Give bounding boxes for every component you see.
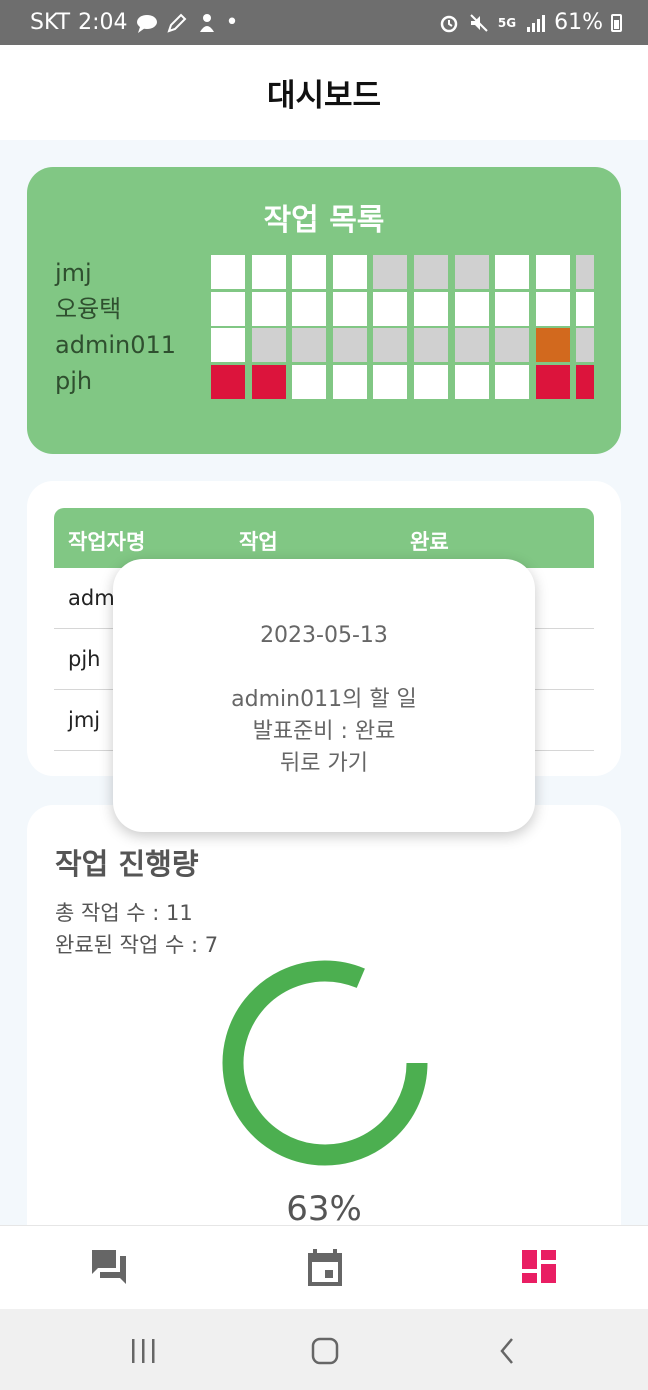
task-cell[interactable] <box>251 328 286 362</box>
task-cell[interactable] <box>211 255 245 289</box>
popup-owner: admin011의 할 일 <box>231 687 417 712</box>
row-worker-name: pjh <box>68 647 101 671</box>
task-cell[interactable] <box>495 255 530 289</box>
task-list-card: 작업 목록 jmj 오융택 admin011 pjh <box>27 167 621 454</box>
task-grid <box>211 255 594 399</box>
task-cell[interactable] <box>211 364 245 399</box>
task-cell[interactable] <box>576 328 594 362</box>
task-cell[interactable] <box>414 291 448 326</box>
calendar-icon <box>308 1249 342 1286</box>
system-navigation <box>0 1309 648 1390</box>
task-cell[interactable] <box>535 364 570 399</box>
popup-task-status: 발표준비 : 완료 <box>252 719 396 744</box>
task-detail-popup: 2023-05-13 admin011의 할 일 발표준비 : 완료 뒤로 가기 <box>113 559 535 832</box>
task-cell[interactable] <box>251 255 286 289</box>
chat-forum-icon <box>92 1250 126 1284</box>
task-cell[interactable] <box>373 364 408 399</box>
task-cell[interactable] <box>373 255 408 289</box>
task-cell[interactable] <box>576 364 594 399</box>
user-name: 오융택 <box>55 295 122 323</box>
recent-apps-button[interactable] <box>124 1333 164 1369</box>
back-button[interactable]: 뒤로 가기 <box>113 745 535 777</box>
home-icon <box>311 1337 339 1365</box>
back-nav-button[interactable] <box>488 1333 528 1369</box>
total-tasks-label: 총 작업 수 : 11 <box>55 901 193 925</box>
task-cell[interactable] <box>495 364 530 399</box>
task-cell[interactable] <box>454 364 489 399</box>
task-cell[interactable] <box>251 291 286 326</box>
home-button[interactable] <box>305 1333 345 1369</box>
nav-dashboard-button[interactable] <box>519 1246 563 1290</box>
task-cell[interactable] <box>211 291 245 326</box>
app-icon <box>196 12 218 34</box>
network-type: 5G <box>497 15 517 30</box>
user-name: admin011 <box>55 331 177 359</box>
status-bar: SKT 2:04 • 5G 61% <box>0 0 648 45</box>
progress-title: 작업 진행량 <box>55 847 199 881</box>
progress-card: 작업 진행량 총 작업 수 : 11 완료된 작업 수 : 7 63% <box>27 805 621 1275</box>
pencil-icon <box>166 12 188 34</box>
task-cell[interactable] <box>373 291 408 326</box>
task-cell[interactable] <box>454 328 489 362</box>
back-icon <box>500 1338 513 1364</box>
dashboard-icon <box>522 1250 556 1283</box>
task-cell[interactable] <box>332 255 367 289</box>
bottom-navigation <box>0 1225 648 1309</box>
task-cell[interactable] <box>292 291 327 326</box>
task-cell[interactable] <box>292 364 327 399</box>
task-cell[interactable] <box>414 255 448 289</box>
row-worker-name: adm <box>68 586 115 610</box>
battery-icon <box>611 13 622 32</box>
task-cell[interactable] <box>576 291 594 326</box>
nav-chat-button[interactable] <box>88 1246 132 1290</box>
battery-percent: 61% <box>554 10 603 35</box>
column-header-task: 작업 <box>239 530 278 554</box>
task-cell[interactable] <box>535 255 570 289</box>
app-header: 대시보드 <box>0 45 648 140</box>
task-cell[interactable] <box>251 364 286 399</box>
user-list: jmj 오융택 admin011 pjh <box>55 255 176 399</box>
task-cell[interactable] <box>535 328 570 362</box>
task-cell[interactable] <box>495 328 530 362</box>
progress-arc <box>222 960 428 1166</box>
clock: 2:04 <box>78 10 128 35</box>
column-header-worker: 작업자명 <box>68 530 146 554</box>
task-cell[interactable] <box>414 328 448 362</box>
task-cell[interactable] <box>495 291 530 326</box>
user-name: jmj <box>55 259 92 287</box>
progress-ring <box>222 960 428 1166</box>
user-name: pjh <box>55 367 93 395</box>
task-cell[interactable] <box>454 255 489 289</box>
signal-icon <box>524 12 546 34</box>
task-cell[interactable] <box>454 291 489 326</box>
task-cell[interactable] <box>332 328 367 362</box>
carrier-label: SKT <box>30 10 71 35</box>
popup-date: 2023-05-13 <box>260 623 388 648</box>
notification-dot: • <box>225 10 239 35</box>
task-cell[interactable] <box>332 364 367 399</box>
task-cell[interactable] <box>292 255 327 289</box>
mute-icon <box>468 12 490 34</box>
task-cell[interactable] <box>332 291 367 326</box>
task-cell[interactable] <box>211 328 245 362</box>
column-header-done: 완료 <box>410 530 449 554</box>
progress-percent: 63% <box>286 1189 362 1229</box>
task-cell[interactable] <box>292 328 327 362</box>
task-cell[interactable] <box>414 364 448 399</box>
chat-bubble-icon <box>136 12 158 34</box>
completed-tasks-label: 완료된 작업 수 : 7 <box>55 933 219 957</box>
row-worker-name: jmj <box>68 708 101 732</box>
page-title: 대시보드 <box>266 78 382 114</box>
task-cell[interactable] <box>576 255 594 289</box>
nav-calendar-button[interactable] <box>303 1246 347 1290</box>
task-list-title: 작업 목록 <box>263 203 385 238</box>
alarm-icon <box>438 12 460 34</box>
task-cell[interactable] <box>373 328 408 362</box>
recent-apps-icon <box>132 1339 155 1363</box>
task-cell[interactable] <box>535 291 570 326</box>
